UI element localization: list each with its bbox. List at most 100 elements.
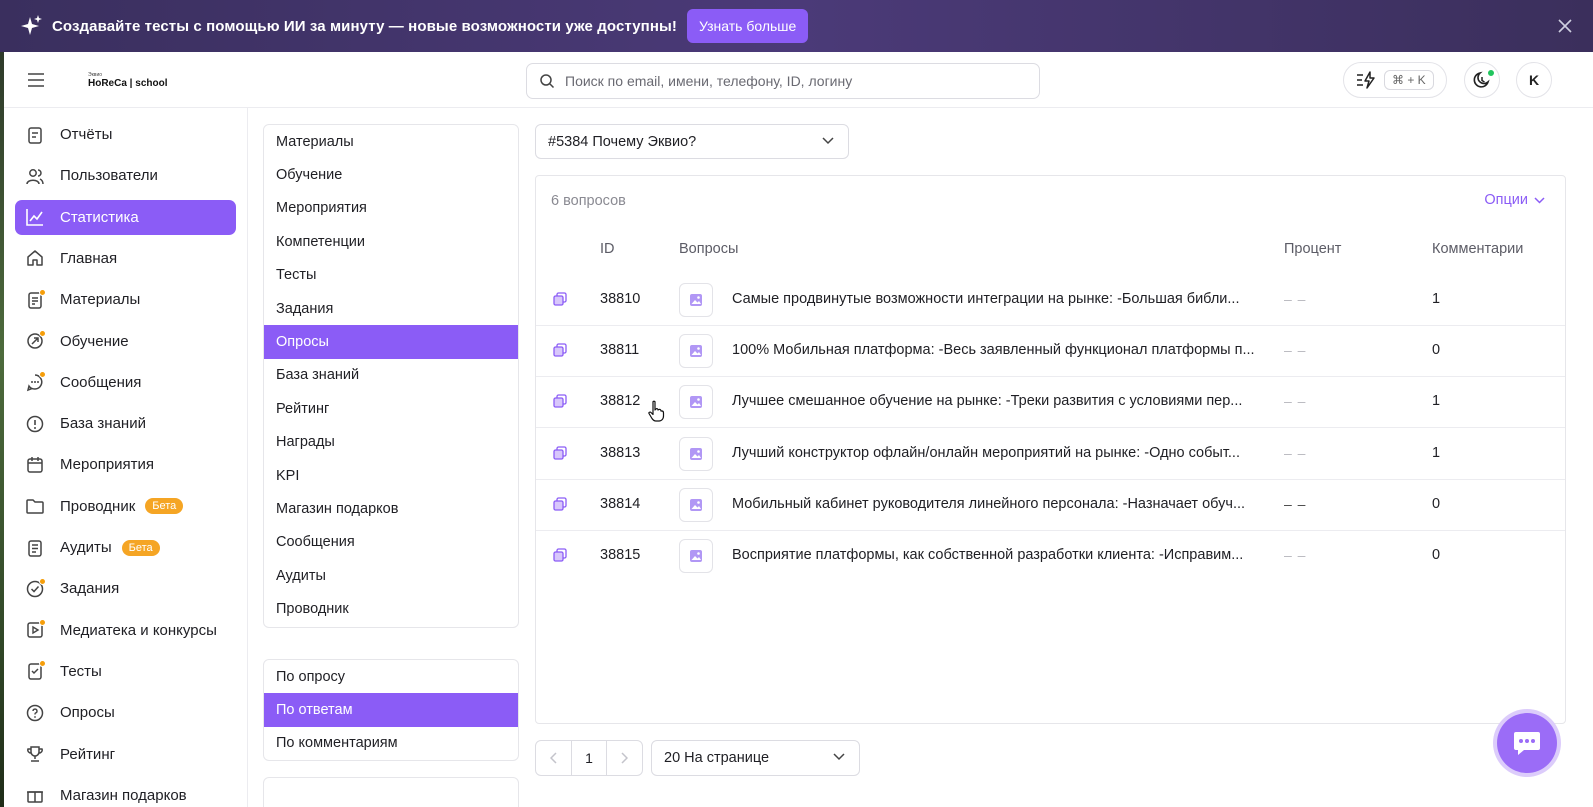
table-row[interactable]: 38811 100% Мобильная платформа: -Весь зая… (536, 326, 1565, 378)
lightning-list-icon (1357, 71, 1375, 89)
sidebar-item[interactable]: Медиатека и конкурсы (15, 613, 236, 648)
menu-item[interactable]: Мероприятия (264, 192, 518, 225)
menu-item[interactable]: По ответам (264, 693, 518, 727)
audit-icon (25, 538, 45, 558)
menu-item[interactable]: Материалы (264, 125, 518, 158)
image-thumbnail[interactable] (679, 283, 713, 317)
menu-item[interactable]: Задания (264, 292, 518, 325)
menu-icon[interactable] (26, 72, 46, 88)
question-percent: – – (1284, 444, 1307, 461)
sidebar-item[interactable]: База знаний (15, 406, 236, 441)
column-header-question[interactable]: Вопросы (679, 241, 738, 257)
copy-icon[interactable] (553, 343, 567, 357)
chat-button[interactable] (1497, 713, 1557, 773)
sidebar-item[interactable]: Отчёты (15, 117, 236, 152)
question-text[interactable]: Лучшее смешанное обучение на рынке: -Тре… (732, 393, 1256, 409)
per-page-select[interactable]: 20 На странице (651, 740, 860, 776)
next-page-button[interactable] (607, 741, 642, 775)
column-header-id[interactable]: ID (600, 241, 615, 257)
column-header-comments[interactable]: Комментарии (1432, 241, 1523, 257)
image-thumbnail[interactable] (679, 487, 713, 522)
menu-item[interactable]: Компетенции (264, 225, 518, 258)
menu-item[interactable]: Награды (264, 426, 518, 459)
menu-item[interactable]: Рейтинг (264, 392, 518, 425)
sidebar-item[interactable]: Сообщения (15, 365, 236, 400)
column-header-percent[interactable]: Процент (1284, 241, 1341, 257)
sidebar-item[interactable]: Обучение (15, 324, 236, 359)
sidebar-item[interactable]: Опросы (15, 695, 236, 730)
table-row[interactable]: 38810 Самые продвинутые возможности интег… (536, 275, 1565, 326)
avatar[interactable]: K (1516, 62, 1552, 98)
comment-count: 1 (1432, 444, 1441, 461)
chat-icon (1514, 732, 1540, 755)
question-text[interactable]: Самые продвинутые возможности интеграции… (732, 291, 1256, 307)
question-text[interactable]: Мобильный кабинет руководителя линейного… (732, 496, 1256, 512)
copy-icon[interactable] (553, 445, 567, 460)
menu-item[interactable]: По опросу (264, 660, 518, 693)
calendar-icon (25, 455, 45, 475)
menu-item[interactable]: Сообщения (264, 526, 518, 559)
image-thumbnail[interactable] (679, 385, 713, 420)
search-input[interactable] (565, 73, 1015, 89)
question-text[interactable]: Лучший конструктор офлайн/онлайн меропри… (732, 445, 1256, 461)
sidebar-item-label: Главная (60, 249, 118, 267)
copy-icon[interactable] (553, 497, 567, 511)
copy-icon[interactable] (553, 394, 567, 409)
image-icon (690, 396, 702, 409)
question-text[interactable]: 100% Мобильная платформа: -Весь заявленн… (732, 342, 1256, 358)
sidebar-item[interactable]: Пользователи (15, 158, 236, 193)
menu-item[interactable]: Магазин подарков (264, 492, 518, 525)
options-dropdown[interactable]: Опции (1484, 192, 1545, 208)
sidebar-item[interactable]: Тесты (15, 654, 236, 689)
survey-select[interactable]: #5384 Почему Эквио? (535, 124, 849, 159)
question-text[interactable]: Восприятие платформы, как собственной ра… (732, 547, 1256, 563)
logo[interactable]: Эквио HoReCa | school (88, 72, 167, 90)
promo-banner: Создавайте тесты с помощью ИИ за минуту … (0, 0, 1593, 52)
search-box[interactable] (526, 63, 1040, 99)
menu-item[interactable]: Проводник (264, 592, 518, 625)
table-row[interactable]: 38813 Лучший конструктор офлайн/онлайн ме… (536, 429, 1565, 480)
sidebar-item[interactable]: Аудиты Бета (15, 530, 236, 565)
image-thumbnail[interactable] (679, 334, 713, 369)
menu-item[interactable]: Обучение (264, 158, 518, 191)
sidebar-item[interactable]: Материалы (15, 282, 236, 317)
hand-cursor-icon (648, 400, 665, 422)
sidebar-item-label: Пользователи (60, 167, 158, 185)
sidebar-item[interactable]: Рейтинг (15, 737, 236, 772)
sidebar-item[interactable]: Задания (15, 571, 236, 606)
sidebar-item[interactable]: Статистика (15, 199, 236, 235)
question-id: 38810 (600, 291, 641, 307)
copy-icon[interactable] (553, 292, 567, 306)
table-row[interactable]: 38812 Лучшее смешанное обучение на рынке:… (536, 377, 1565, 429)
image-icon (690, 447, 702, 460)
menu-item[interactable]: База знаний (264, 359, 518, 392)
sidebar-item-label: Медиатека и конкурсы (60, 621, 217, 639)
pagination: 1 (535, 740, 643, 776)
image-thumbnail[interactable] (679, 539, 713, 573)
question-id: 38814 (600, 495, 641, 512)
chevron-right-icon (621, 752, 629, 764)
learn-more-button[interactable]: Узнать больше (687, 9, 809, 43)
page-number-button[interactable]: 1 (571, 741, 607, 775)
sidebar-item[interactable]: Главная (15, 241, 236, 276)
trophy-icon (25, 744, 45, 764)
image-thumbnail[interactable] (679, 436, 713, 471)
sidebar-item[interactable]: Мероприятия (15, 447, 236, 482)
theme-toggle-button[interactable] (1464, 62, 1500, 98)
menu-item[interactable]: KPI (264, 459, 518, 492)
prev-page-button[interactable] (536, 741, 571, 775)
notification-dot (39, 577, 46, 585)
sidebar-item[interactable]: Проводник Бета (15, 489, 236, 524)
menu-item[interactable]: Тесты (264, 259, 518, 292)
menu-item[interactable]: Опросы (264, 325, 518, 359)
menu-item[interactable]: По комментариям (264, 727, 518, 760)
sidebar-item-label: Сообщения (60, 373, 142, 391)
menu-item[interactable]: Аудиты (264, 559, 518, 592)
table-row[interactable]: 38814 Мобильный кабинет руководителя лине… (536, 480, 1565, 531)
copy-icon[interactable] (553, 548, 567, 562)
sidebar-item-label: Мероприятия (60, 456, 155, 474)
table-row[interactable]: 38815 Восприятие платформы, как собственн… (536, 531, 1565, 582)
quick-actions-button[interactable]: ⌘ + K (1343, 62, 1447, 98)
close-icon[interactable] (1555, 16, 1575, 36)
sidebar-item[interactable]: Магазин подарков (15, 778, 236, 807)
